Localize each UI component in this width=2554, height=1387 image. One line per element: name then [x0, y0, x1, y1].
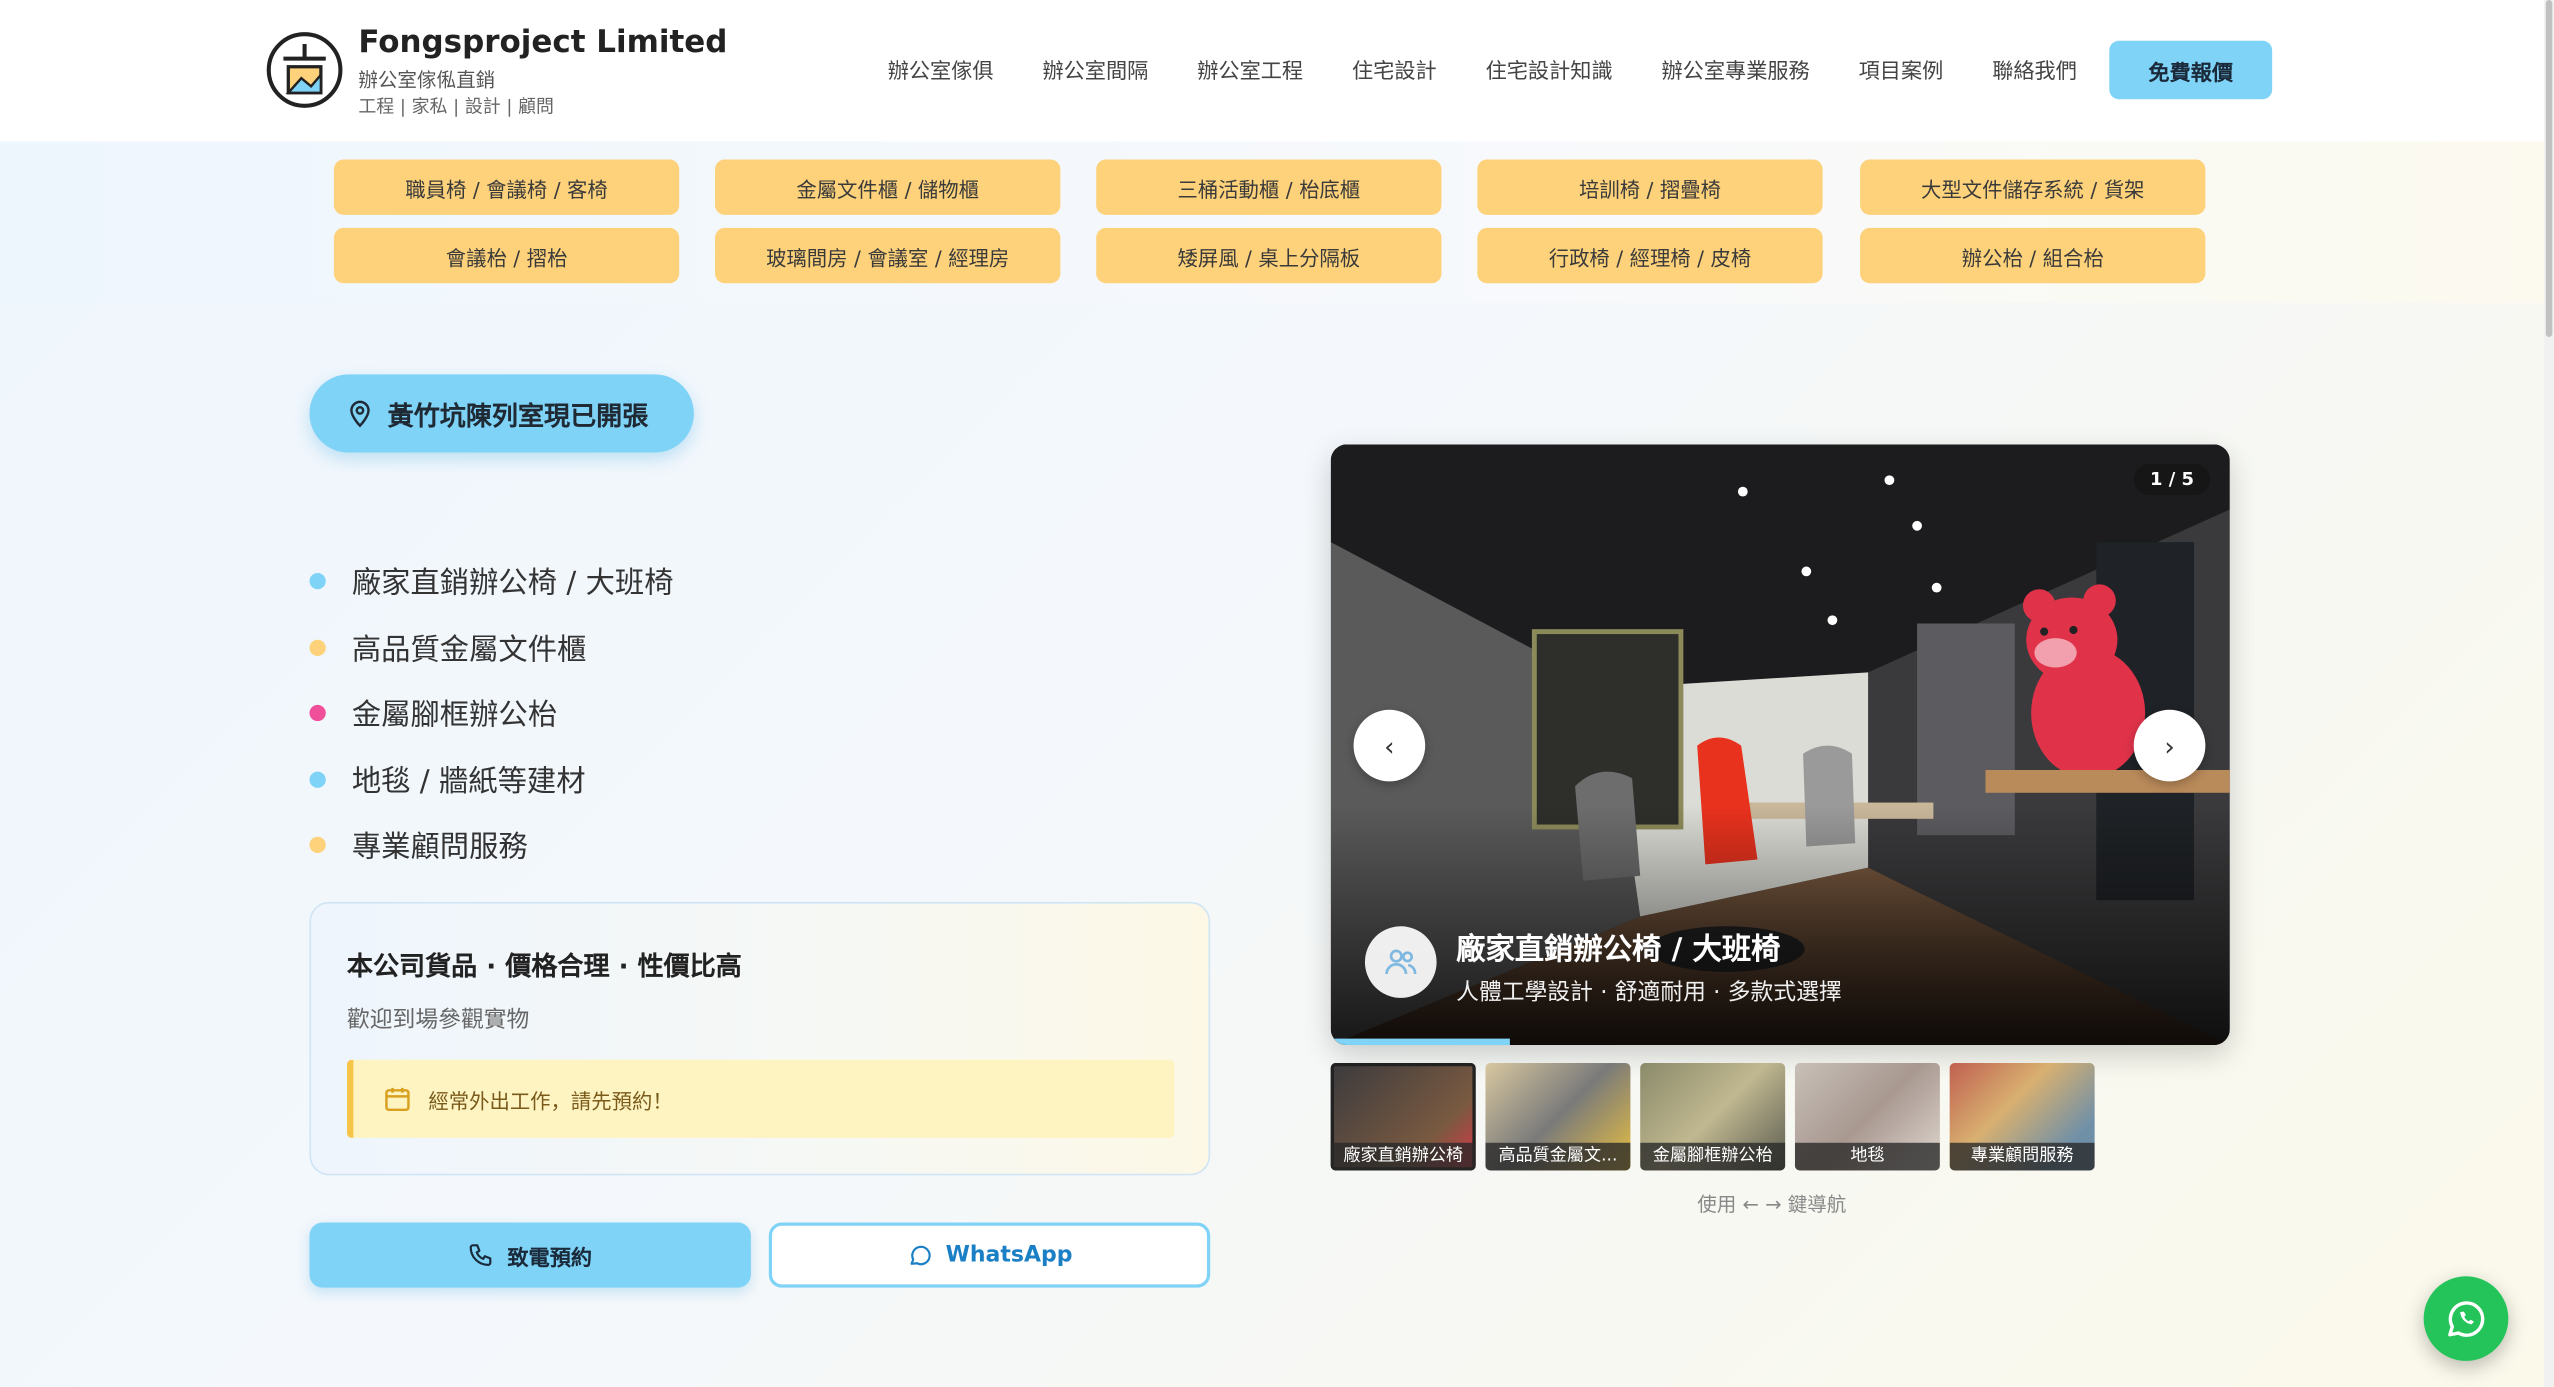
thumbnail-label: 高品質金屬文... — [1485, 1142, 1631, 1171]
nav-design-knowledge[interactable]: 住宅設計知識 — [1461, 54, 1637, 84]
users-icon — [1364, 926, 1437, 998]
call-booking-button[interactable]: 致電預約 — [309, 1222, 751, 1288]
chevron-right-icon: › — [2164, 730, 2175, 762]
whatsapp-icon — [2448, 1301, 2485, 1337]
category-training-chairs[interactable]: 培訓椅 / 摺疊椅 — [1477, 159, 1823, 215]
showroom-badge-label: 黃竹坑陳列室現已開張 — [387, 400, 649, 432]
thumbnail-label: 廠家直銷辦公椅 — [1330, 1142, 1476, 1171]
chevron-left-icon: ‹ — [1384, 730, 1395, 762]
showroom-badge[interactable]: 黃竹坑陳列室現已開張 — [309, 374, 694, 453]
chat-bubble-icon — [909, 1245, 930, 1266]
thumbnail-3[interactable]: 金屬腳框辦公枱 — [1640, 1063, 1786, 1171]
list-item: 地毯 / 牆紙等建材 — [309, 746, 673, 812]
calendar-icon — [385, 1087, 410, 1112]
slide-counter: 1 / 5 — [2133, 463, 2211, 495]
nav-pro-services[interactable]: 辦公室專業服務 — [1637, 54, 1834, 84]
bullet-dot — [309, 837, 326, 854]
whatsapp-float-button[interactable] — [2423, 1276, 2509, 1361]
feature-label: 專業顧問服務 — [351, 830, 528, 865]
brand-name[interactable]: Fongsproject Limited — [358, 24, 727, 60]
thumbnail-4[interactable]: 地毯 — [1794, 1063, 1940, 1171]
feature-label: 金屬腳框辦公枱 — [351, 698, 558, 733]
category-metal-cabinets[interactable]: 金屬文件櫃 / 儲物櫃 — [715, 159, 1061, 215]
location-pin-icon — [350, 400, 370, 428]
nav-office-works[interactable]: 辦公室工程 — [1173, 54, 1328, 84]
list-item: 高品質金屬文件櫃 — [309, 615, 673, 681]
nav-office-partition[interactable]: 辦公室間隔 — [1018, 54, 1173, 84]
list-item: 金屬腳框辦公枱 — [309, 680, 673, 746]
thumbnail-2[interactable]: 高品質金屬文... — [1485, 1063, 1631, 1171]
bullet-dot — [309, 639, 326, 656]
phone-icon — [470, 1244, 493, 1266]
site-header: Fongsproject Limited 辦公室傢俬直銷 工程 | 家私 | 設… — [0, 0, 2545, 142]
next-slide-button[interactable]: › — [2133, 709, 2206, 782]
feature-label: 廠家直銷辦公椅 / 大班椅 — [351, 566, 674, 602]
category-glass-rooms[interactable]: 玻璃間房 / 會議室 / 經理房 — [715, 227, 1061, 284]
showroom-slider[interactable]: 1 / 5 ‹ › 廠家直銷辦公椅 / 大班椅 人體工學設計 · 舒適耐用 · … — [1330, 444, 2230, 1046]
nav-contact[interactable]: 聯絡我們 — [1968, 54, 2102, 84]
bullet-dot — [309, 771, 326, 788]
info-title: 本公司貨品 · 價格合理 · 性價比高 — [346, 950, 742, 982]
keyboard-hint: 使用 ← → 鍵導航 — [1697, 1193, 1847, 1217]
brand-subtitle: 辦公室傢俬直銷 — [358, 68, 496, 92]
nav-office-furniture[interactable]: 辦公室傢俱 — [863, 54, 1018, 84]
category-screens[interactable]: 矮屏風 / 桌上分隔板 — [1096, 227, 1442, 284]
whatsapp-button-label: WhatsApp — [945, 1242, 1073, 1269]
main-nav: 辦公室傢俱 辦公室間隔 辦公室工程 住宅設計 住宅設計知識 辦公室專業服務 項目… — [863, 54, 2102, 84]
slide-progress-bar — [1330, 1038, 1511, 1046]
thumbnail-label: 地毯 — [1794, 1142, 1940, 1171]
call-button-label: 致電預約 — [507, 1246, 593, 1271]
slider-thumbnails: 廠家直銷辦公椅 高品質金屬文... 金屬腳框辦公枱 地毯 專業顧問服務 — [1330, 1063, 2095, 1171]
slide-caption-title: 廠家直銷辦公椅 / 大班椅 — [1456, 932, 1781, 967]
scrollbar-thumb[interactable] — [2545, 0, 2553, 337]
info-card: 本公司貨品 · 價格合理 · 性價比高 歡迎到場參觀實物 經常外出工作，請先預約… — [309, 901, 1211, 1176]
slide-caption-subtitle: 人體工學設計 · 舒適耐用 · 多款式選擇 — [1456, 979, 1842, 1007]
thumbnail-label: 專業顧問服務 — [1949, 1142, 2095, 1171]
category-staff-chairs[interactable]: 職員椅 / 會議椅 / 客椅 — [333, 159, 680, 215]
feature-list: 廠家直銷辦公椅 / 大班椅 高品質金屬文件櫃 金屬腳框辦公枱 地毯 / 牆紙等建… — [309, 549, 674, 879]
appointment-notice: 經常外出工作，請先預約！ — [346, 1059, 1175, 1138]
logo-icon[interactable] — [265, 31, 343, 109]
notice-text: 經常外出工作，請先預約！ — [428, 1088, 673, 1113]
brand-tagline: 工程 | 家私 | 設計 | 顧問 — [358, 96, 554, 118]
thumbnail-5[interactable]: 專業顧問服務 — [1949, 1063, 2095, 1171]
category-executive-chairs[interactable]: 行政椅 / 經理椅 / 皮椅 — [1477, 227, 1823, 284]
feature-label: 高品質金屬文件櫃 — [351, 632, 587, 668]
free-quote-button[interactable]: 免費報價 — [2109, 40, 2273, 100]
list-item: 廠家直銷辦公椅 / 大班椅 — [309, 549, 674, 615]
nav-projects[interactable]: 項目案例 — [1834, 54, 1968, 84]
bullet-dot — [309, 705, 326, 722]
previous-slide-button[interactable]: ‹ — [1353, 709, 1426, 782]
feature-label: 地毯 / 牆紙等建材 — [351, 764, 586, 799]
thumbnail-1[interactable]: 廠家直銷辦公椅 — [1330, 1063, 1476, 1171]
thumbnail-label: 金屬腳框辦公枱 — [1640, 1142, 1786, 1171]
info-subtitle: 歡迎到場參觀實物 — [346, 1007, 530, 1034]
category-office-desks[interactable]: 辦公枱 / 組合枱 — [1860, 227, 2206, 284]
bullet-dot — [309, 573, 326, 590]
nav-residential-design[interactable]: 住宅設計 — [1328, 54, 1462, 84]
whatsapp-button[interactable]: WhatsApp — [768, 1222, 1211, 1288]
category-meeting-tables[interactable]: 會議枱 / 摺枱 — [333, 227, 680, 284]
category-mobile-pedestal[interactable]: 三桶活動櫃 / 枱底櫃 — [1096, 159, 1442, 215]
list-item: 專業顧問服務 — [309, 812, 673, 878]
category-storage-system[interactable]: 大型文件儲存系統 / 貨架 — [1860, 159, 2206, 215]
page-scrollbar[interactable] — [2544, 0, 2554, 1387]
